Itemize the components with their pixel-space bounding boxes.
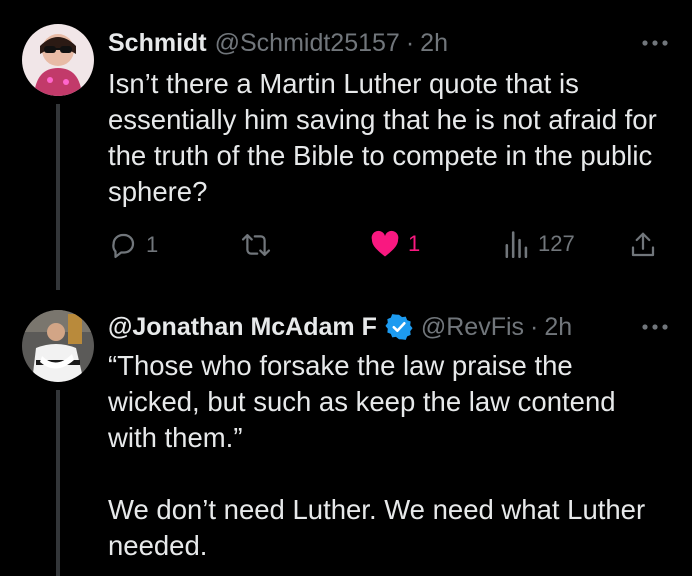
tweet-1[interactable]: Schmidt @Schmidt25157 · 2h Isn’t there a… [0,0,692,290]
reply-count: 1 [146,232,159,257]
timestamp[interactable]: 2h [544,313,572,342]
avatar[interactable] [22,24,94,96]
like-count: 1 [408,231,421,256]
tweet-text: “Those who forsake the law praise the wi… [108,350,646,561]
avatar[interactable] [22,310,94,382]
username[interactable]: @RevFis [421,313,524,342]
thread-line [56,390,60,576]
tweet-2[interactable]: @Jonathan McAdam F @RevFis · 2h “Those w… [0,290,692,576]
username[interactable]: @Schmidt25157 [215,29,400,58]
like-button[interactable]: 1 [370,230,420,258]
separator: · [405,28,415,57]
retweet-icon [240,230,272,260]
tweet-header: @Jonathan McAdam F @RevFis · 2h [108,310,672,344]
thread-line [56,104,60,290]
reply-button[interactable]: 1 [108,230,158,260]
separator: · [530,312,539,341]
display-name[interactable]: @Jonathan McAdam F [108,313,377,342]
views-button[interactable]: 127 [504,230,575,258]
timestamp[interactable]: 2h [420,29,448,58]
tweet-header: Schmidt @Schmidt25157 · 2h [108,26,672,60]
like-icon [370,230,400,258]
display-name[interactable]: Schmidt [108,29,207,58]
views-icon [504,230,530,258]
reply-icon [108,230,138,260]
more-icon[interactable] [638,30,672,56]
tweet-actions: 1 1 127 [108,230,672,266]
share-icon [628,230,658,260]
view-count: 127 [538,231,575,256]
share-button[interactable] [628,230,658,260]
verified-badge-icon [385,313,413,341]
tweet-text: Isn’t there a Martin Luther quote that i… [108,68,665,207]
retweet-button[interactable] [240,230,272,260]
more-icon[interactable] [638,314,672,340]
